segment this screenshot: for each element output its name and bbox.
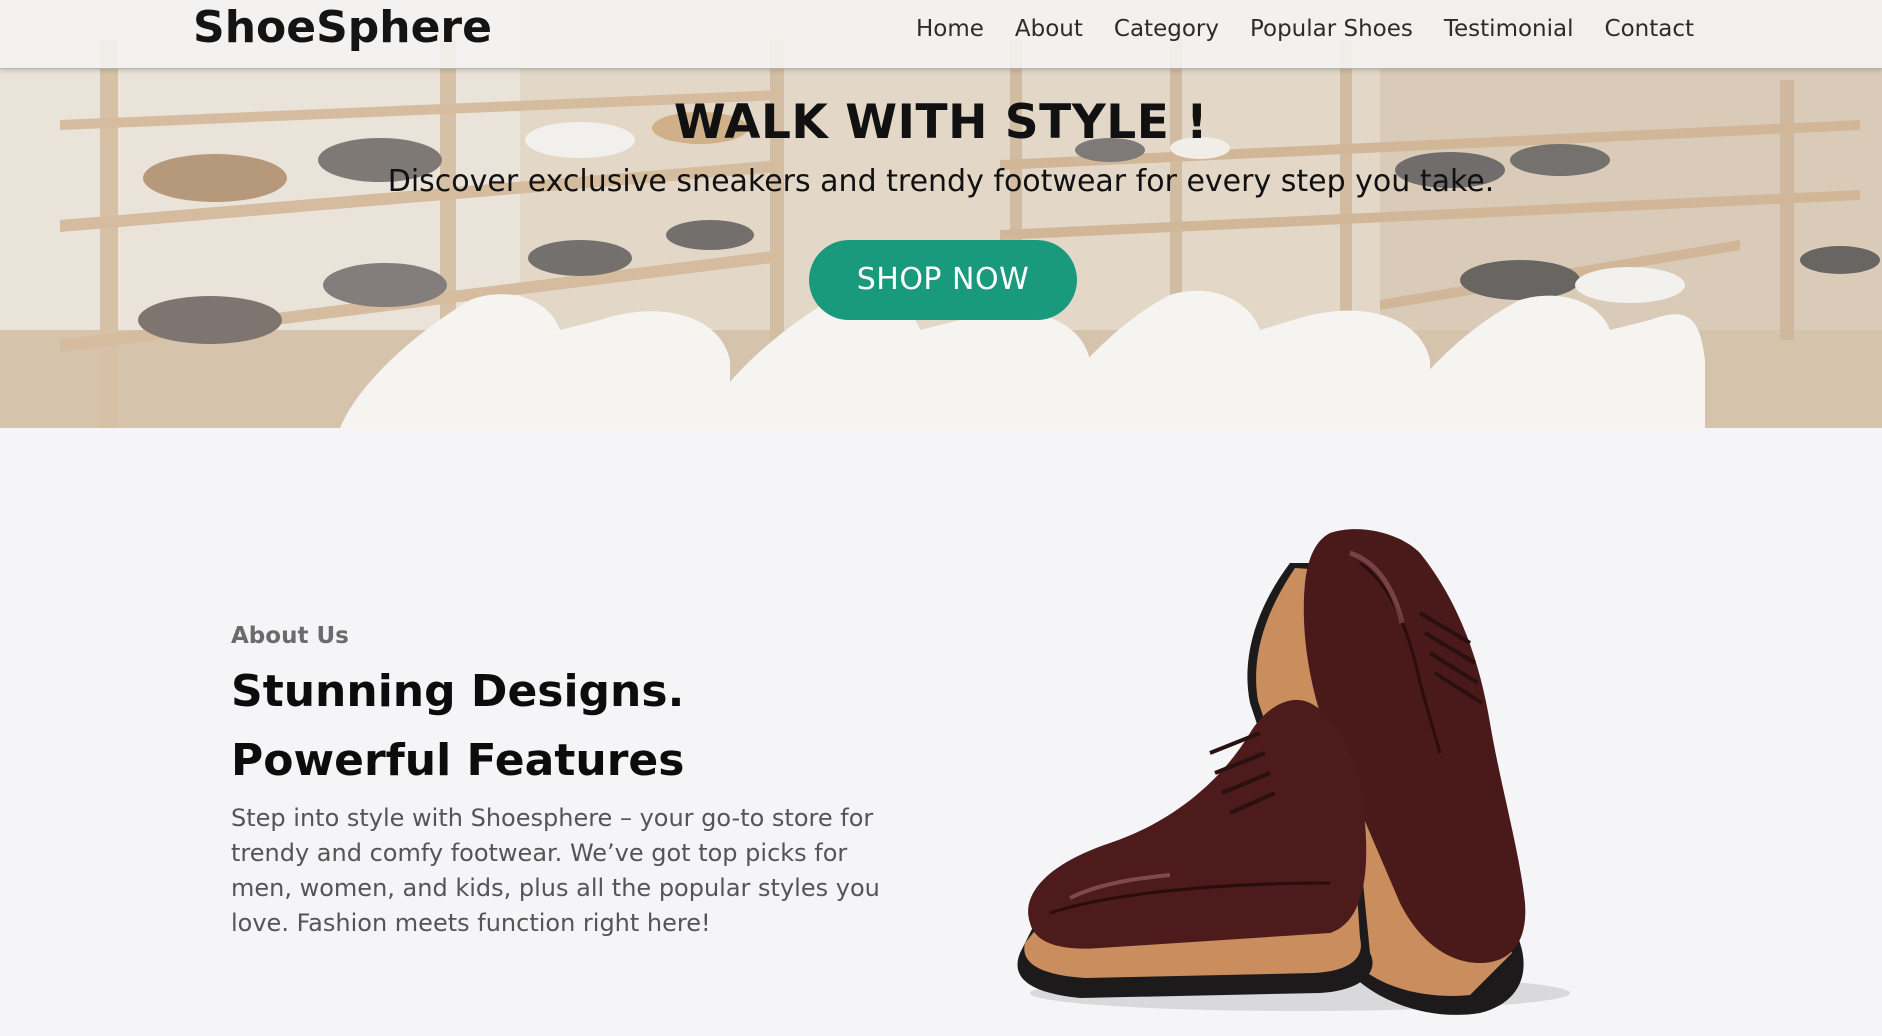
hero-subtitle: Discover exclusive sneakers and trendy f… <box>387 164 1495 199</box>
about-heading-line1: Stunning Designs. <box>231 666 685 717</box>
nav-link-about[interactable]: About <box>1015 16 1083 42</box>
about-description: Step into style with Shoesphere – your g… <box>231 804 880 937</box>
about-heading-line2: Powerful Features <box>231 735 685 786</box>
about-heading: Stunning Designs. Powerful Features <box>231 657 891 795</box>
hero-title: WALK WITH STYLE ! <box>673 95 1209 150</box>
nav-link-contact[interactable]: Contact <box>1605 16 1694 42</box>
top-navbar: ShoeSphere Home About Category Popular S… <box>0 0 1882 69</box>
about-section: About Us Stunning Designs. Powerful Feat… <box>0 428 1882 1036</box>
about-text-block: About Us Stunning Designs. Powerful Feat… <box>231 623 891 941</box>
brand-logo[interactable]: ShoeSphere <box>193 0 492 56</box>
nav-link-testimonial[interactable]: Testimonial <box>1444 16 1574 42</box>
nav-links: Home About Category Popular Shoes Testim… <box>916 0 1694 58</box>
nav-link-popular-shoes[interactable]: Popular Shoes <box>1250 16 1413 42</box>
shop-now-button[interactable]: SHOP NOW <box>809 240 1077 320</box>
nav-link-home[interactable]: Home <box>916 16 984 42</box>
nav-link-category[interactable]: Category <box>1114 16 1219 42</box>
leather-shoes-image <box>1017 529 1570 1015</box>
about-eyebrow: About Us <box>231 623 349 649</box>
